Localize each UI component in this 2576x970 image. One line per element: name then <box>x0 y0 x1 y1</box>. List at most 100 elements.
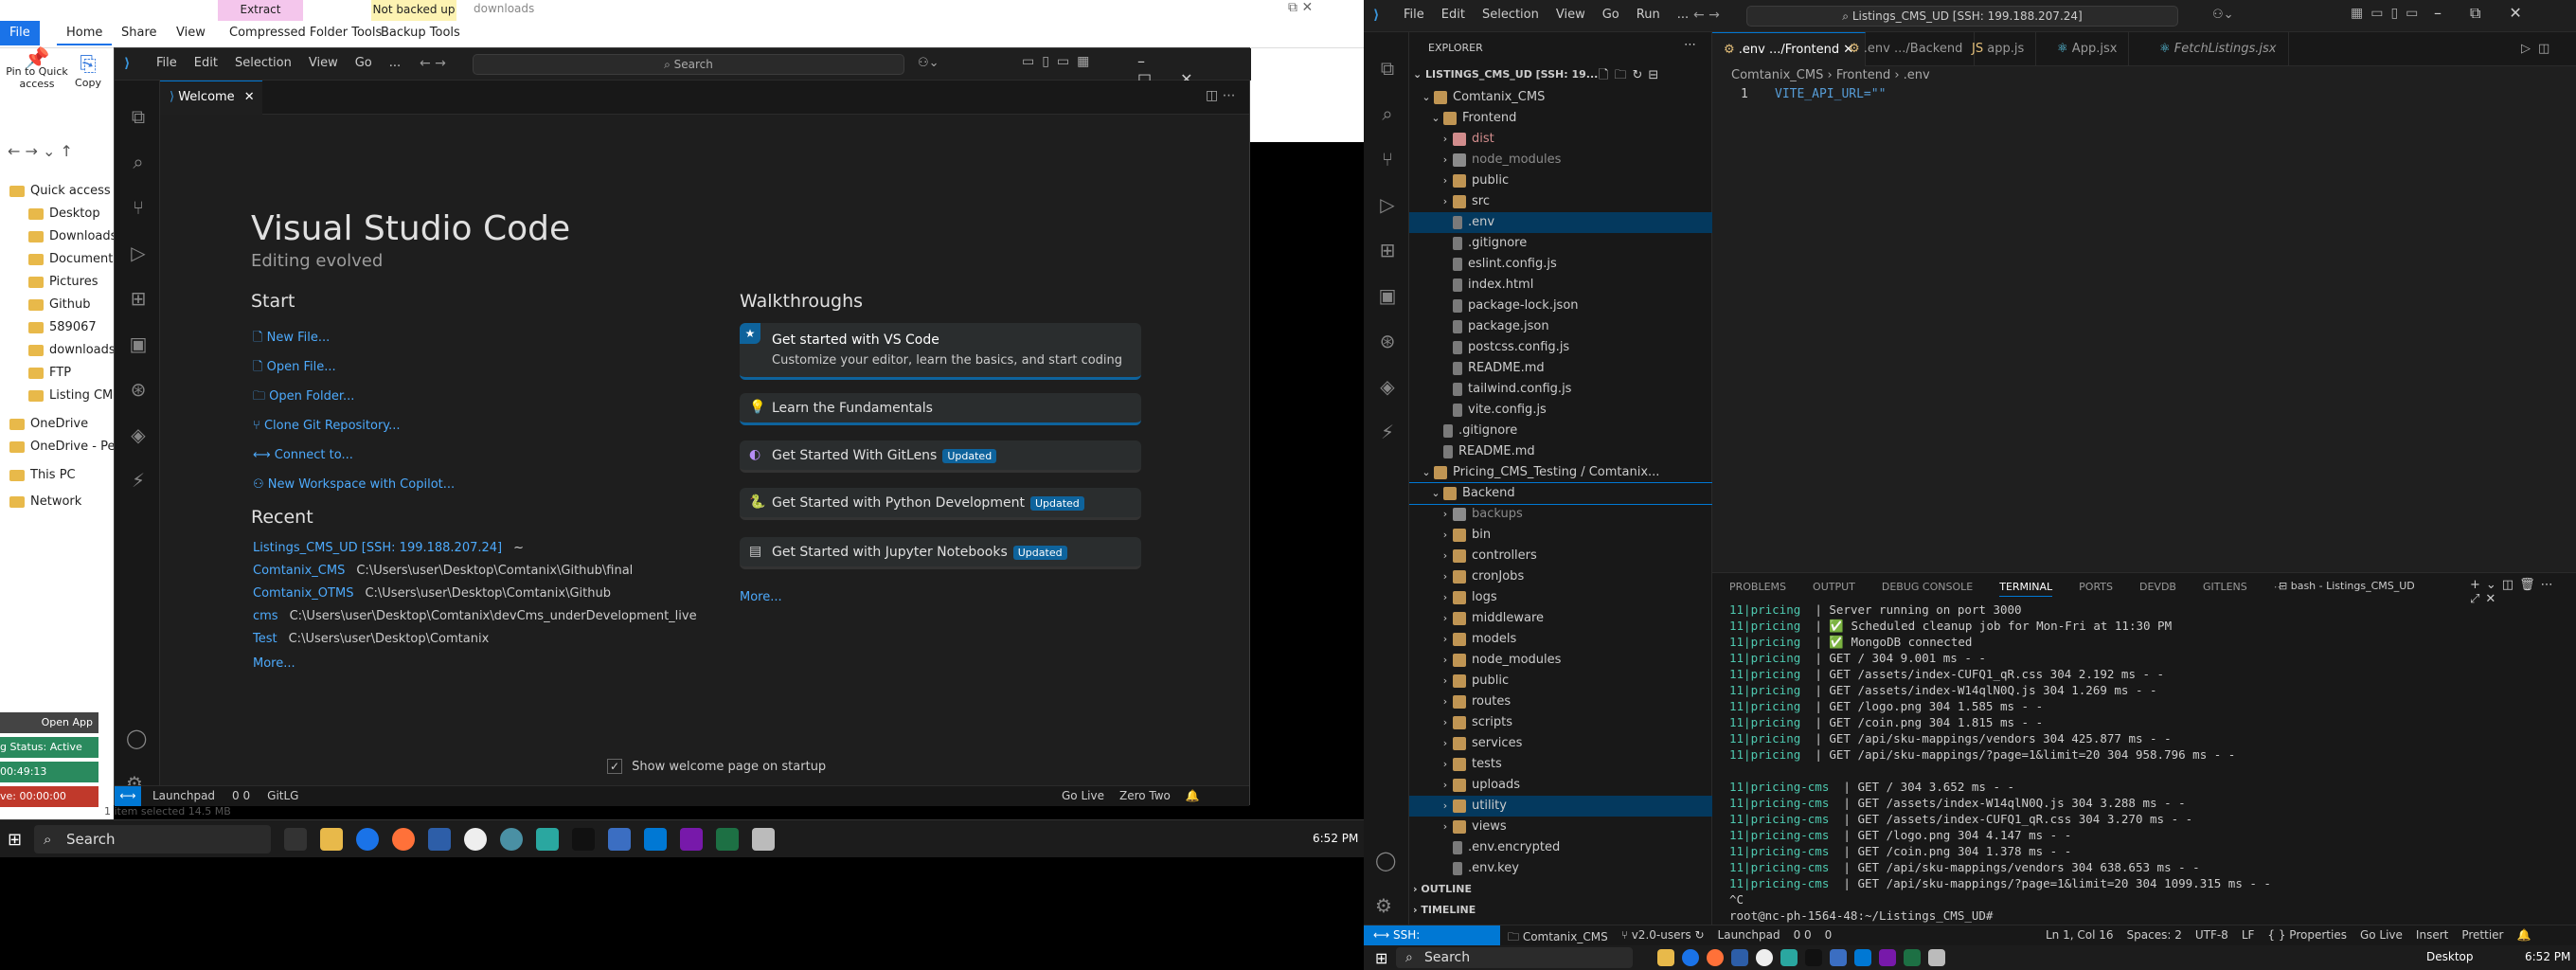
menu-file[interactable]: File <box>156 56 177 70</box>
tree-item[interactable]: › public <box>1409 171 1712 191</box>
app-icon[interactable] <box>1780 949 1798 966</box>
terminal-icon[interactable] <box>1805 949 1822 966</box>
tree-item[interactable]: › utility <box>1409 796 1712 817</box>
breadcrumb-item[interactable]: Frontend <box>1836 68 1890 82</box>
zero-two-status[interactable]: Zero Two <box>1119 789 1171 802</box>
recent-more-link[interactable]: More... <box>253 656 295 671</box>
tree-item[interactable]: › routes <box>1409 692 1712 712</box>
taskbar-clock[interactable]: 6:52 PM <box>2525 950 2570 963</box>
tree-item[interactable]: .gitignore <box>1409 421 1712 441</box>
account-settings-icons[interactable]: ◯ ⚙ <box>1375 837 1396 928</box>
recent-item[interactable]: cms C:\Users\user\Desktop\Comtanix\devCms… <box>253 609 697 623</box>
activity-icons[interactable]: ⧉ ⌕ ⑂ ▷ ⊞ ▣ ⊛ ◈ ⚡ <box>127 94 150 503</box>
new-workspace-copilot-link[interactable]: ⚇ New Workspace with Copilot... <box>253 470 455 499</box>
tree-item[interactable]: › node_modules <box>1409 150 1712 171</box>
chrome-icon[interactable] <box>356 828 379 851</box>
tree-item[interactable]: ⌄ Backend <box>1409 482 1712 505</box>
new-file-link[interactable]: 🗋 New File... <box>253 323 455 352</box>
tree-item[interactable]: index.html <box>1409 275 1712 296</box>
walkthrough-jupyter[interactable]: ▤ Get Started with Jupyter Notebooks Upda… <box>740 537 1141 569</box>
app-icon[interactable] <box>428 828 451 851</box>
tree-item[interactable]: › logs <box>1409 587 1712 608</box>
recent-item[interactable]: Comtanix_OTMS C:\Users\user\Desktop\Comta… <box>253 586 611 601</box>
menu-selection[interactable]: Selection <box>1482 8 1539 22</box>
open-folder-link[interactable]: 🗀 Open Folder... <box>253 382 455 411</box>
app-icon[interactable] <box>464 828 487 851</box>
copy-button[interactable]: ⎘ Copy <box>74 53 102 89</box>
show-welcome-checkbox[interactable]: ✓ Show welcome page on startup <box>607 759 826 774</box>
tree-item[interactable]: › models <box>1409 629 1712 650</box>
bell-icon[interactable]: 🔔 <box>1186 789 1200 802</box>
nav-item[interactable]: Downloads <box>28 225 116 248</box>
menu-file[interactable]: File <box>1404 8 1424 22</box>
tree-item[interactable]: › scripts <box>1409 712 1712 733</box>
clone-git-link[interactable]: ⑂ Clone Git Repository... <box>253 411 455 440</box>
explorer-actions[interactable]: 🗋🗀↻⊟ <box>1599 66 1664 87</box>
cursor-position[interactable]: Ln 1, Col 16 <box>2046 928 2114 942</box>
taskbar-search[interactable]: ⌕ Search <box>34 825 271 853</box>
code-line[interactable]: 1 VITE_API_URL="" <box>1712 87 2576 106</box>
chrome-icon[interactable] <box>1682 949 1699 966</box>
ribbon-tab-file[interactable]: File <box>0 21 40 45</box>
encoding-status[interactable]: UTF-8 <box>2195 928 2228 942</box>
nav-item[interactable]: Listing CMS <box>28 385 121 407</box>
nav-item[interactable]: OneDrive <box>9 413 88 436</box>
panel-tab-devdb[interactable]: DEVDB <box>2139 581 2176 597</box>
tree-item[interactable]: › tests <box>1409 754 1712 775</box>
app-icon[interactable] <box>1756 949 1773 966</box>
tree-item[interactable]: .env <box>1409 212 1712 233</box>
tree-item[interactable]: › src <box>1409 191 1712 212</box>
workspace-header[interactable]: ⌄ LISTINGS_CMS_UD [SSH: 19... <box>1413 68 1598 81</box>
ribbon-tab-home[interactable]: Home <box>57 21 113 45</box>
open-file-link[interactable]: 🗋 Open File... <box>253 352 455 382</box>
desktop-label[interactable]: Desktop <box>2426 950 2474 963</box>
tree-item[interactable]: eslint.config.js <box>1409 254 1712 275</box>
recent-item[interactable]: Listings_CMS_UD [SSH: 199.188.207.24] ~ <box>253 541 524 555</box>
tree-item[interactable]: › services <box>1409 733 1712 754</box>
walkthrough-gitlens[interactable]: ◐ Get Started With GitLens Updated <box>740 440 1141 473</box>
recent-item[interactable]: Comtanix_CMS C:\Users\user\Desktop\Comtan… <box>253 564 633 578</box>
breadcrumb-item[interactable]: .env <box>1904 68 1930 82</box>
taskbar-clock[interactable]: 6:52 PM <box>1313 832 1358 845</box>
command-center-search[interactable]: ⌕ Listings_CMS_UD [SSH: 199.188.207.24] <box>1746 6 2178 27</box>
excel-icon[interactable] <box>716 828 739 851</box>
prettier-status[interactable]: Prettier <box>2461 928 2503 942</box>
contextual-tab-not-backed-up[interactable]: Not backed up <box>371 0 456 21</box>
explorer-window-controls[interactable]: ⧉ ✕ <box>1288 0 1313 15</box>
ribbon-tab-compressed[interactable]: Compressed Folder Tools <box>220 21 391 45</box>
firefox-icon[interactable] <box>392 828 415 851</box>
golive-status[interactable]: Go Live <box>1062 789 1104 802</box>
pin-quick-access-button[interactable]: 📌 Pin to Quick access <box>4 49 70 91</box>
tab-app-js[interactable]: JS app.js <box>1960 32 2037 66</box>
copilot-icon[interactable]: ⚇⌄ <box>2212 8 2234 22</box>
tree-item[interactable]: vite.config.js <box>1409 400 1712 421</box>
onenote-icon[interactable] <box>680 828 703 851</box>
terminal-actions[interactable]: +⌄◫🗑⋯⤢✕ <box>2470 578 2576 606</box>
menu-edit[interactable]: Edit <box>194 56 218 70</box>
tree-item[interactable]: › controllers <box>1409 546 1712 566</box>
nav-item[interactable]: This PC <box>9 464 76 487</box>
tree-item[interactable]: › node_modules <box>1409 650 1712 671</box>
notepad-icon[interactable] <box>1928 949 1945 966</box>
nav-back-forward-icon[interactable]: ← → <box>420 56 446 71</box>
panel-tab-problems[interactable]: PROBLEMS <box>1729 581 1786 597</box>
walkthrough-fundamentals[interactable]: 💡 Learn the Fundamentals <box>740 393 1141 425</box>
walkthrough-get-started[interactable]: ★ Get started with VS Code Customize you… <box>740 323 1141 380</box>
app-icon[interactable] <box>608 828 631 851</box>
start-windows-icon[interactable]: ⊞ <box>1375 949 1387 967</box>
bell-icon[interactable]: 🔔 <box>2516 928 2531 942</box>
insert-status[interactable]: Insert <box>2416 928 2448 942</box>
eol-status[interactable]: LF <box>2242 928 2255 942</box>
run-split-icons[interactable]: ▷◫ <box>2521 42 2557 56</box>
tree-item[interactable]: postcss.config.js <box>1409 337 1712 358</box>
menu-view[interactable]: View <box>1556 8 1585 22</box>
split-editor-icon[interactable]: ◫ ⋯ <box>1206 88 1236 103</box>
golive-status[interactable]: Go Live <box>2360 928 2403 942</box>
language-status[interactable]: { } Properties <box>2267 928 2347 942</box>
recent-item[interactable]: Test C:\Users\user\Desktop\Comtanix <box>253 632 489 646</box>
app-icon[interactable] <box>500 828 523 851</box>
taskbar-search[interactable]: ⌕ Search <box>1396 947 1633 968</box>
nav-back-forward-icon[interactable]: ← → <box>1693 8 1720 23</box>
tab-env-backend[interactable]: ⚙ .env .../Backend <box>1837 32 1976 66</box>
tree-item[interactable]: › cronJobs <box>1409 566 1712 587</box>
